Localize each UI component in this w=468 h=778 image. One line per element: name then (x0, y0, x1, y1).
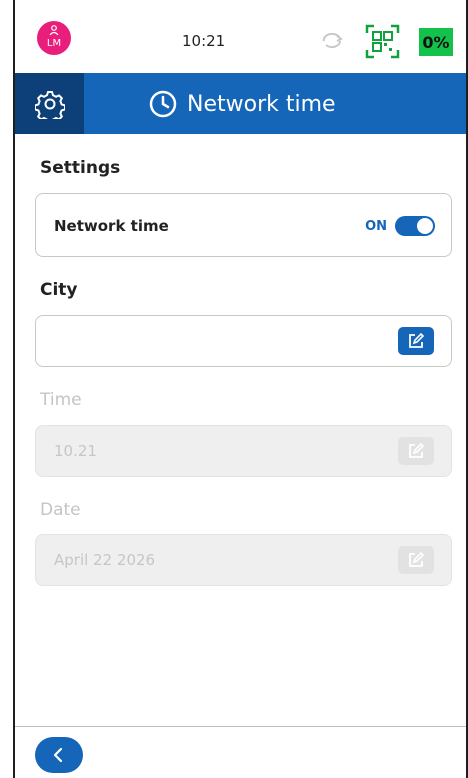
chevron-left-icon (53, 747, 63, 763)
date-edit-button (398, 546, 434, 574)
city-field[interactable] (35, 315, 452, 367)
time-value: 10.21 (54, 442, 97, 460)
network-time-card: Network time ON (35, 193, 452, 257)
settings-button[interactable] (15, 73, 84, 134)
edit-icon (409, 442, 425, 458)
time-field: 10.21 (35, 425, 452, 477)
city-edit-button[interactable] (398, 327, 434, 355)
app-header: Network time (15, 73, 466, 134)
battery-indicator: 0% (419, 28, 453, 56)
header-title-group: Network time (149, 89, 336, 119)
network-time-label: Network time (54, 217, 169, 235)
date-value: April 22 2026 (54, 551, 156, 569)
network-time-toggle[interactable]: ON (365, 216, 435, 236)
toggle-knob (417, 218, 433, 234)
toggle-switch[interactable] (395, 216, 435, 236)
avatar-initials: LM (46, 38, 62, 49)
clock-icon (149, 90, 177, 118)
city-label: City (40, 280, 78, 300)
footer-divider (15, 726, 466, 727)
device-frame: LM 10:21 0% Network time Settings Networ… (13, 0, 468, 778)
page-title: Network time (187, 91, 336, 117)
time-label: Time (40, 390, 82, 410)
date-label: Date (40, 500, 81, 520)
date-field: April 22 2026 (35, 534, 452, 586)
back-button[interactable] (35, 737, 83, 773)
edit-icon (409, 332, 425, 348)
status-time: 10:21 (182, 32, 226, 50)
settings-section-label: Settings (40, 158, 121, 178)
status-bar: LM 10:21 0% (15, 0, 466, 73)
gear-icon (34, 90, 65, 119)
person-icon (49, 25, 59, 35)
edit-icon (409, 551, 425, 567)
avatar[interactable]: LM (37, 21, 71, 55)
time-edit-button (398, 437, 434, 465)
sync-icon (322, 33, 343, 49)
toggle-state-label: ON (365, 218, 387, 234)
qr-code-icon[interactable] (365, 24, 400, 59)
